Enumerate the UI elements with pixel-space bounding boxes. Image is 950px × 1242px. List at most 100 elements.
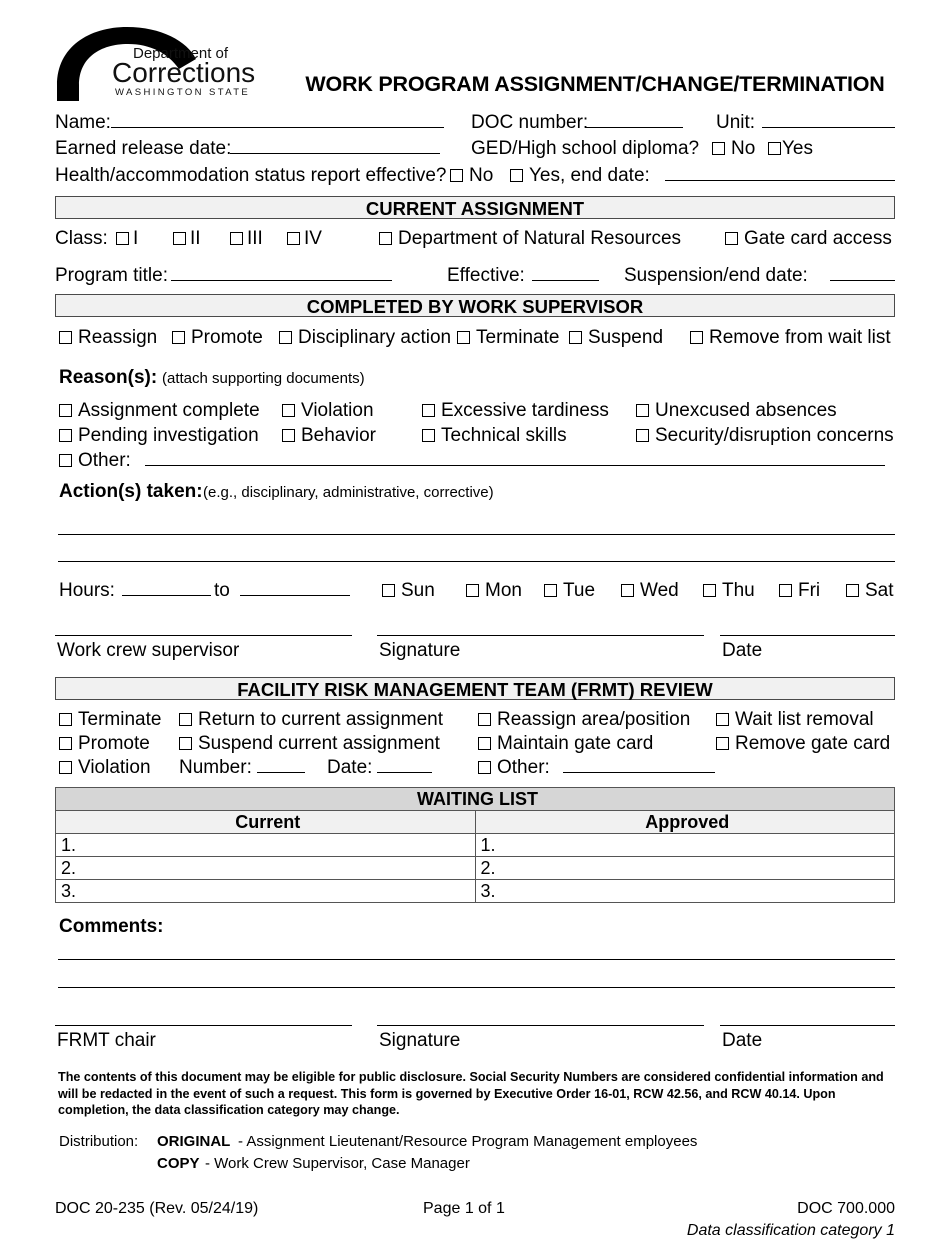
frmt-date-label: Date: (327, 757, 373, 778)
health-end-date-input[interactable] (665, 165, 895, 182)
terminate-label: Terminate (476, 327, 560, 348)
ged-label: GED/High school diploma? (471, 138, 700, 159)
pending-investigation-checkbox[interactable] (59, 429, 72, 442)
day-fri-checkbox[interactable] (779, 584, 792, 597)
reasons-label: Reason(s): (59, 367, 158, 388)
violation-checkbox[interactable] (282, 404, 295, 417)
day-tue-checkbox[interactable] (544, 584, 557, 597)
suspension-input[interactable] (830, 265, 895, 282)
effective-label: Effective: (447, 265, 525, 286)
frmt-return-assignment-label: Return to current assignment (198, 709, 444, 730)
comments-line-1[interactable] (58, 959, 895, 960)
frmt-suspend-assignment-checkbox[interactable] (179, 737, 192, 750)
reasons-other-checkbox[interactable] (59, 454, 72, 467)
hours-from-input[interactable] (122, 580, 211, 597)
waiting-list-current-2[interactable]: 2. (55, 856, 476, 880)
supervisor-signature-line[interactable] (377, 635, 704, 636)
comments-label: Comments: (59, 916, 164, 937)
waiting-list-approved-3[interactable]: 3. (474, 879, 895, 903)
disciplinary-action-checkbox[interactable] (279, 331, 292, 344)
waiting-list-header-approved: Approved (474, 810, 895, 834)
frmt-number-input[interactable] (257, 757, 305, 774)
name-input[interactable] (111, 112, 444, 129)
hours-to-label: to (214, 580, 230, 601)
hours-label: Hours: (59, 580, 115, 601)
frmt-other-input[interactable] (563, 757, 715, 774)
frmt-row-3: Violation Number: Date: Other: (55, 757, 895, 784)
disciplinary-action-label: Disciplinary action (298, 327, 452, 348)
reasons-other-input[interactable] (145, 450, 885, 467)
remove-from-wait-list-checkbox[interactable] (690, 331, 703, 344)
distribution-row-copy: COPY - Work Crew Supervisor, Case Manage… (55, 1155, 895, 1177)
frmt-promote-checkbox[interactable] (59, 737, 72, 750)
excessive-tardiness-checkbox[interactable] (422, 404, 435, 417)
waiting-list-approved-2[interactable]: 2. (474, 856, 895, 880)
frmt-signature-block: FRMT chair Signature Date (55, 1025, 895, 1065)
day-mon-checkbox[interactable] (466, 584, 479, 597)
frmt-violation-checkbox[interactable] (59, 761, 72, 774)
work-crew-supervisor-line[interactable] (55, 635, 352, 636)
dnr-checkbox[interactable] (379, 232, 392, 245)
unexcused-absences-label: Unexcused absences (655, 400, 837, 421)
frmt-terminate-checkbox[interactable] (59, 713, 72, 726)
comments-line-2[interactable] (58, 987, 895, 988)
unexcused-absences-checkbox[interactable] (636, 404, 649, 417)
frmt-remove-gate-card-checkbox[interactable] (716, 737, 729, 750)
class-i-label: I (133, 228, 139, 249)
actions-taken-label: Action(s) taken: (59, 481, 203, 502)
health-status-row: Health/accommodation status report effec… (55, 165, 895, 193)
supervisor-date-label: Date (722, 640, 763, 661)
day-sun-checkbox[interactable] (382, 584, 395, 597)
day-wed-checkbox[interactable] (621, 584, 634, 597)
reassign-checkbox[interactable] (59, 331, 72, 344)
class-iv-checkbox[interactable] (287, 232, 300, 245)
frmt-maintain-gate-card-checkbox[interactable] (478, 737, 491, 750)
class-iii-checkbox[interactable] (230, 232, 243, 245)
frmt-wait-list-removal-checkbox[interactable] (716, 713, 729, 726)
reasons-note: (attach supporting documents) (162, 370, 365, 387)
day-sat-checkbox[interactable] (846, 584, 859, 597)
health-yes-checkbox[interactable] (510, 169, 523, 182)
earned-release-input[interactable] (230, 138, 440, 155)
promote-checkbox[interactable] (172, 331, 185, 344)
doc-number-input[interactable] (585, 112, 683, 129)
program-title-input[interactable] (171, 265, 392, 282)
terminate-checkbox[interactable] (457, 331, 470, 344)
promote-label: Promote (191, 327, 263, 348)
gate-card-access-checkbox[interactable] (725, 232, 738, 245)
waiting-list-current-1[interactable]: 1. (55, 833, 476, 857)
technical-skills-checkbox[interactable] (422, 429, 435, 442)
effective-input[interactable] (532, 265, 599, 282)
actions-taken-line-2[interactable] (58, 561, 895, 562)
supervisor-date-line[interactable] (720, 635, 895, 636)
section-current-assignment: CURRENT ASSIGNMENT (55, 196, 895, 219)
actions-taken-note: (e.g., disciplinary, administrative, cor… (203, 484, 494, 501)
assignment-complete-checkbox[interactable] (59, 404, 72, 417)
suspend-checkbox[interactable] (569, 331, 582, 344)
class-i-checkbox[interactable] (116, 232, 129, 245)
hours-to-input[interactable] (240, 580, 350, 597)
ged-no-checkbox[interactable] (712, 142, 725, 155)
frmt-other-checkbox[interactable] (478, 761, 491, 774)
day-sun-label: Sun (401, 580, 435, 601)
security-disruption-checkbox[interactable] (636, 429, 649, 442)
behavior-checkbox[interactable] (282, 429, 295, 442)
frmt-reassign-area-checkbox[interactable] (478, 713, 491, 726)
unit-input[interactable] (762, 112, 895, 129)
health-no-checkbox[interactable] (450, 169, 463, 182)
class-ii-checkbox[interactable] (173, 232, 186, 245)
frmt-signature-line[interactable] (377, 1025, 704, 1026)
day-thu-checkbox[interactable] (703, 584, 716, 597)
frmt-signature-label: Signature (379, 1030, 461, 1051)
frmt-date-input[interactable] (377, 757, 432, 774)
frmt-date-line[interactable] (720, 1025, 895, 1026)
waiting-list-current-3[interactable]: 3. (55, 879, 476, 903)
waiting-list-approved-1[interactable]: 1. (474, 833, 895, 857)
distribution-copy-bold: COPY (157, 1155, 200, 1173)
table-row: 1. 1. (55, 833, 895, 857)
distribution-original-bold: ORIGINAL (157, 1133, 231, 1151)
ged-yes-checkbox[interactable] (768, 142, 781, 155)
frmt-chair-line[interactable] (55, 1025, 352, 1026)
actions-taken-line-1[interactable] (58, 534, 895, 535)
frmt-return-assignment-checkbox[interactable] (179, 713, 192, 726)
